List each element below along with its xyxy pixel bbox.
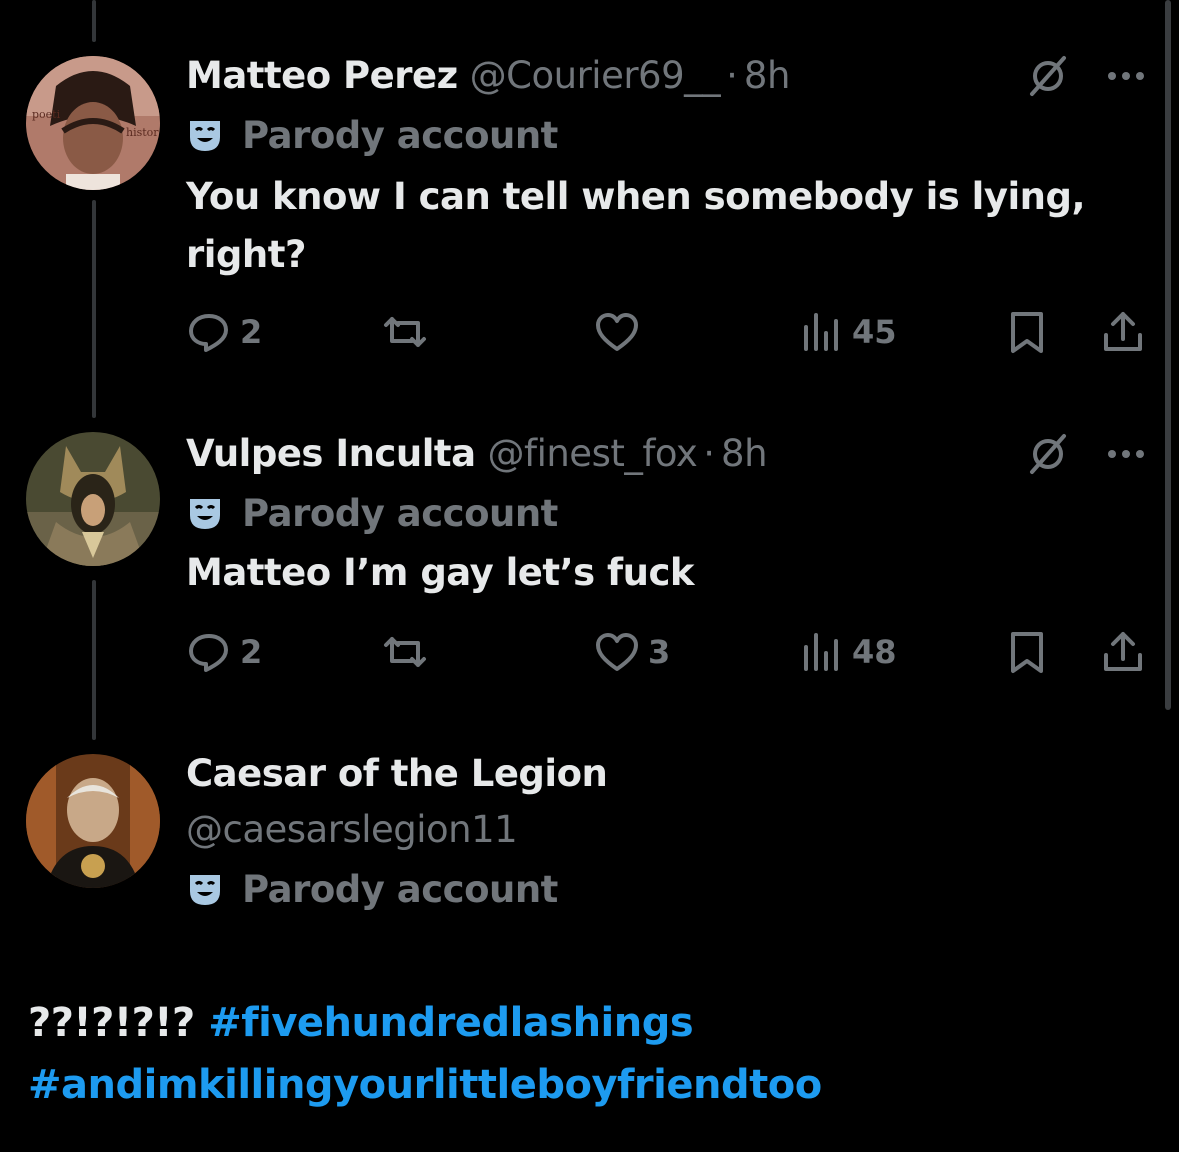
action-bar: 2 45	[186, 308, 1146, 356]
grok-icon[interactable]	[1026, 432, 1070, 476]
tweet-text: You know I can tell when somebody is lyi…	[186, 175, 1086, 276]
parody-label: Parody account	[188, 868, 558, 912]
avatar[interactable]	[26, 754, 160, 888]
parody-text: Parody account	[242, 114, 558, 157]
views-icon	[804, 313, 838, 351]
display-name[interactable]: Caesar of the Legion	[186, 752, 608, 796]
reply-count: 2	[240, 313, 263, 351]
thread-line-top	[92, 0, 96, 42]
parody-mask-icon	[190, 499, 220, 529]
reply-header: Caesar of the Legion	[186, 752, 608, 796]
display-name[interactable]: Matteo Perez	[186, 54, 458, 98]
reply-icon	[189, 314, 228, 352]
reply-text: ??!?!?!? #fivehundredlashings #andimkill…	[28, 992, 1148, 1116]
more-icon[interactable]	[1104, 54, 1148, 98]
action-bar: 2 3 48	[186, 628, 1146, 676]
svg-text:poeti: poeti	[32, 108, 61, 121]
avatar[interactable]	[26, 432, 160, 566]
svg-text:histor: histor	[126, 126, 159, 139]
timestamp[interactable]: 8h	[744, 54, 791, 98]
reply-button[interactable]: 2	[186, 628, 262, 676]
timestamp[interactable]: 8h	[721, 432, 768, 476]
repost-button[interactable]	[382, 308, 436, 356]
tweet-header: Vulpes Inculta @finest_fox · 8h	[186, 432, 768, 476]
heart-icon	[596, 313, 638, 351]
avatar-vulpes-image	[26, 432, 160, 566]
parody-text: Parody account	[242, 492, 558, 535]
reply-button[interactable]: 2	[186, 308, 262, 356]
grok-icon[interactable]	[1026, 54, 1070, 98]
heart-icon	[596, 633, 638, 671]
share-icon	[1104, 312, 1142, 351]
user-handle[interactable]: @finest_fox	[488, 432, 698, 476]
bookmark-icon	[1011, 312, 1043, 353]
repost-icon	[384, 317, 426, 347]
bookmark-icon	[1011, 632, 1043, 673]
more-icon[interactable]	[1104, 432, 1148, 476]
scrollbar[interactable]	[1165, 0, 1171, 710]
parody-label: Parody account	[188, 114, 558, 158]
tweet-header: Matteo Perez @Courier69__ · 8h	[186, 54, 790, 98]
repost-button[interactable]	[382, 628, 436, 676]
separator-dot: ·	[703, 432, 716, 475]
share-icon	[1104, 632, 1142, 671]
reply-text-prefix: ??!?!?!?	[28, 1000, 195, 1046]
parody-text: Parody account	[242, 868, 558, 911]
avatar-matteo-image: poeti histor	[26, 56, 160, 190]
bookmark-button[interactable]	[1004, 308, 1050, 356]
avatar-caesar-image	[26, 754, 160, 888]
views-button[interactable]: 48	[798, 628, 897, 676]
bookmark-button[interactable]	[1004, 628, 1050, 676]
views-button[interactable]: 45	[798, 308, 897, 356]
share-button[interactable]	[1100, 308, 1146, 356]
tweet-text: Matteo I’m gay let’s fuck	[186, 551, 695, 594]
hashtag-link[interactable]: #andimkillingyourlittleboyfriendtoo	[28, 1062, 822, 1108]
reply-count: 2	[240, 633, 263, 671]
avatar[interactable]: poeti histor	[26, 56, 160, 190]
separator-dot: ·	[726, 54, 738, 97]
share-button[interactable]	[1100, 628, 1146, 676]
repost-icon	[384, 637, 426, 667]
thread-line-2	[92, 580, 96, 740]
user-handle[interactable]: @Courier69__	[470, 54, 721, 98]
hashtag-link[interactable]: #fivehundredlashings	[208, 1000, 694, 1046]
views-icon	[804, 633, 838, 671]
views-count: 45	[852, 313, 897, 351]
parody-label: Parody account	[188, 492, 558, 536]
user-handle[interactable]: @caesarslegion11	[186, 808, 518, 852]
views-count: 48	[852, 633, 897, 671]
like-count: 3	[648, 633, 671, 671]
thread-line-1	[92, 200, 96, 418]
reply-icon	[189, 634, 228, 672]
like-button[interactable]	[594, 308, 648, 356]
reply-handle-row: @caesarslegion11	[186, 808, 518, 852]
parody-mask-icon	[190, 121, 220, 151]
display-name[interactable]: Vulpes Inculta	[186, 432, 476, 476]
parody-mask-icon	[190, 875, 220, 905]
like-button[interactable]: 3	[594, 628, 670, 676]
